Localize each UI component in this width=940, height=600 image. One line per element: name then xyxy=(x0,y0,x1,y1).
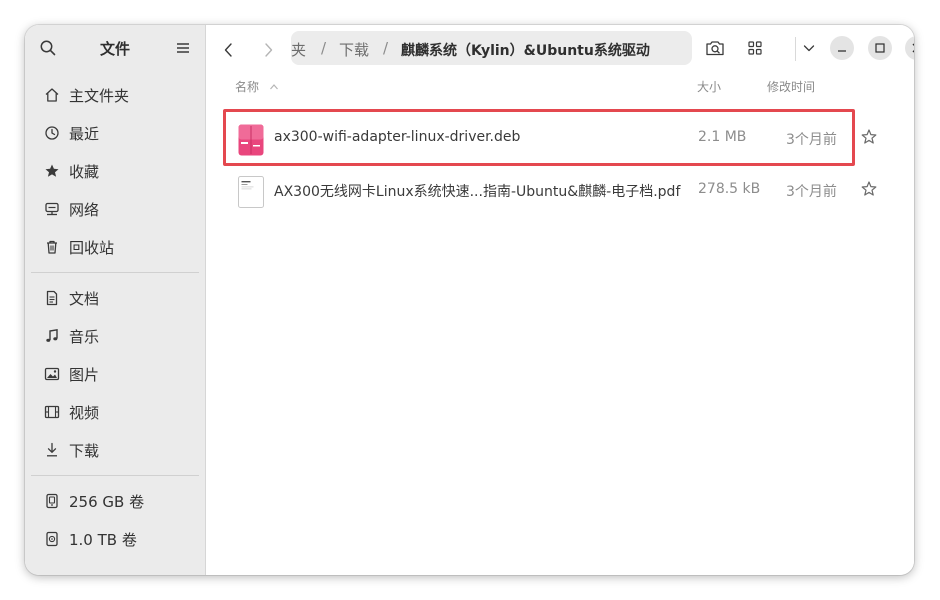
sidebar-header: 文件 xyxy=(25,25,205,71)
document-icon xyxy=(46,290,58,306)
star-icon xyxy=(45,164,59,177)
star-toggle-icon[interactable] xyxy=(860,128,878,146)
minimize-icon xyxy=(838,50,846,52)
search-icon[interactable] xyxy=(39,39,57,57)
sidebar-item-label: 256 GB 卷 xyxy=(69,493,145,511)
hamburger-menu-icon[interactable] xyxy=(175,40,191,56)
sidebar-item-volume-1tb[interactable]: 1.0 TB 卷 xyxy=(33,522,199,556)
download-icon xyxy=(47,442,57,457)
sidebar-item-label: 图片 xyxy=(69,366,100,384)
star-toggle-icon[interactable] xyxy=(860,180,878,198)
sidebar-item-label: 回收站 xyxy=(69,239,115,257)
sidebar-item-music[interactable]: 音乐 xyxy=(33,319,199,353)
drive-icon xyxy=(46,531,58,547)
search-in-folder-icon[interactable] xyxy=(702,35,728,61)
pdf-document-icon xyxy=(238,176,264,208)
column-header-size[interactable]: 大小 xyxy=(697,78,721,95)
sidebar-item-starred[interactable]: 收藏 xyxy=(33,154,199,188)
sidebar-item-label: 主文件夹 xyxy=(69,87,130,105)
sidebar-item-recent[interactable]: 最近 xyxy=(33,116,199,150)
sidebar-item-volume-256gb[interactable]: 256 GB 卷 xyxy=(33,484,199,518)
sidebar-item-pictures[interactable]: 图片 xyxy=(33,357,199,391)
sidebar-item-label: 音乐 xyxy=(69,328,100,346)
home-icon xyxy=(45,88,59,102)
breadcrumb-separator: / xyxy=(321,39,327,57)
sidebar-separator xyxy=(31,475,199,476)
back-button[interactable] xyxy=(216,37,242,63)
sidebar-item-trash[interactable]: 回收站 xyxy=(33,230,199,264)
column-header-modified[interactable]: 修改时间 xyxy=(767,78,815,95)
path-bar: 夹 / 下载 / 麒麟系统（Kylin）&Ubuntu系统驱动 xyxy=(291,31,692,65)
file-modified: 3个月前 xyxy=(786,184,837,200)
music-icon xyxy=(46,328,58,342)
sidebar-item-label: 视频 xyxy=(69,404,100,422)
chevron-down-icon[interactable] xyxy=(796,35,822,61)
network-icon xyxy=(45,202,59,216)
file-manager-window: 文件 主文件夹 最近 收藏 网络 回收站 文档 音乐 图片 视频 下载 256 … xyxy=(25,25,914,575)
breadcrumb-current-folder[interactable]: 麒麟系统（Kylin）&Ubuntu系统驱动 xyxy=(401,40,650,60)
drive-icon xyxy=(46,493,58,509)
sidebar-title: 文件 xyxy=(99,40,130,58)
video-icon xyxy=(44,405,60,419)
grid-view-icon[interactable] xyxy=(742,35,768,61)
sidebar-item-label: 1.0 TB 卷 xyxy=(69,531,137,549)
sidebar-item-label: 下载 xyxy=(69,442,100,460)
picture-icon xyxy=(44,367,60,381)
column-header-name[interactable]: 名称 xyxy=(235,78,279,95)
sidebar-item-label: 网络 xyxy=(69,201,100,219)
file-size: 278.5 kB xyxy=(698,181,761,197)
trash-icon xyxy=(47,240,57,254)
close-button[interactable] xyxy=(905,36,914,60)
highlight-annotation-box xyxy=(223,109,855,166)
sidebar: 文件 主文件夹 最近 收藏 网络 回收站 文档 音乐 图片 视频 下载 256 … xyxy=(25,25,206,575)
sort-ascending-icon xyxy=(269,84,278,90)
file-row[interactable]: AX300无线网卡Linux系统快速...指南-Ubuntu&麒麟-电子档.pd… xyxy=(224,167,888,215)
sidebar-item-downloads[interactable]: 下载 xyxy=(33,433,199,467)
sidebar-item-documents[interactable]: 文档 xyxy=(33,281,199,315)
file-name: AX300无线网卡Linux系统快速...指南-Ubuntu&麒麟-电子档.pd… xyxy=(274,184,681,200)
sidebar-item-videos[interactable]: 视频 xyxy=(33,395,199,429)
forward-button[interactable] xyxy=(255,37,281,63)
sidebar-item-home[interactable]: 主文件夹 xyxy=(33,78,199,112)
sidebar-separator xyxy=(31,272,199,273)
main-pane: 夹 / 下载 / 麒麟系统（Kylin）&Ubuntu系统驱动 名称 大小 修改… xyxy=(206,25,914,575)
sidebar-item-network[interactable]: 网络 xyxy=(33,192,199,226)
maximize-icon xyxy=(875,43,885,53)
clock-icon xyxy=(45,126,59,140)
breadcrumb-downloads[interactable]: 下载 xyxy=(339,39,369,60)
minimize-button[interactable] xyxy=(830,36,854,60)
sidebar-item-label: 最近 xyxy=(69,125,100,143)
sidebar-item-label: 文档 xyxy=(69,290,100,308)
close-icon xyxy=(912,43,914,53)
maximize-button[interactable] xyxy=(868,36,892,60)
breadcrumb-separator: / xyxy=(383,39,389,57)
column-header-name-label: 名称 xyxy=(235,80,260,94)
sidebar-item-label: 收藏 xyxy=(69,163,100,181)
breadcrumb-parent-truncated[interactable]: 夹 xyxy=(291,39,306,60)
